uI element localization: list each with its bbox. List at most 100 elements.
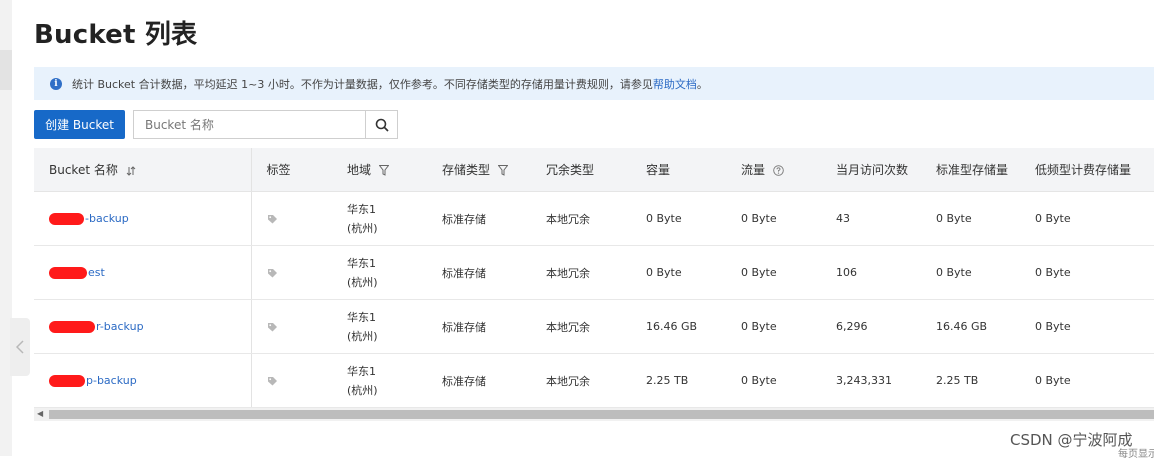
tag-icon[interactable] [267, 268, 278, 279]
capacity-cell: 16.46 GB [631, 299, 726, 354]
redaction-mark [49, 375, 85, 387]
sort-icon[interactable] [126, 165, 136, 176]
region-cell: 华东1 (杭州) [332, 245, 427, 300]
traffic-cell: 0 Byte [726, 245, 821, 300]
page-size-label: 每页显示 [1118, 449, 1154, 460]
page-title: Bucket 列表 [34, 20, 198, 50]
column-header-label: 当月访问次数 [836, 163, 909, 177]
column-header-label: 容量 [646, 163, 671, 177]
storage-class-cell: 标准存储 [427, 191, 531, 246]
standard-storage-cell: 0 Byte [921, 245, 1020, 300]
search-box [133, 110, 398, 139]
table-row: -backup 华东1 (杭州) 标准存储 本地冗余 0 Byte 0 Byte … [34, 191, 1154, 246]
region-line: 华东1 [347, 256, 376, 270]
region-line: (杭州) [347, 221, 378, 235]
info-suffix: 。 [696, 77, 708, 91]
column-header-region[interactable]: 地域 [332, 148, 427, 192]
info-banner: i 统计 Bucket 合计数据，平均延迟 1~3 小时。不作为计量数据，仅作参… [34, 67, 1154, 100]
ia-storage-cell: 0 Byte [1020, 299, 1154, 354]
column-header-label: 标准型存储量 [936, 163, 1009, 177]
region-line: 华东1 [347, 310, 376, 324]
column-header-label: 低频型计费存储量 [1035, 163, 1132, 177]
region-cell: 华东1 (杭州) [332, 191, 427, 246]
watermark: CSDN @宁波阿成 [1010, 431, 1133, 449]
redaction-mark [49, 321, 95, 333]
column-header-tags: 标签 [251, 148, 332, 192]
traffic-cell: 0 Byte [726, 299, 821, 354]
bucket-name-cell: est [34, 245, 252, 300]
create-bucket-button[interactable]: 创建 Bucket [34, 110, 125, 139]
table-row: r-backup 华东1 (杭州) 标准存储 本地冗余 16.46 GB 0 By… [34, 299, 1154, 354]
bucket-name-link[interactable]: -backup [85, 212, 129, 225]
ia-storage-cell: 0 Byte [1020, 191, 1154, 246]
scroll-left-arrow-icon[interactable]: ◀ [37, 409, 43, 418]
redaction-mark [49, 267, 87, 279]
traffic-cell: 0 Byte [726, 353, 821, 408]
filter-icon[interactable] [378, 165, 389, 176]
visits-cell: 106 [821, 245, 921, 300]
help-icon[interactable] [773, 165, 784, 176]
redundancy-cell: 本地冗余 [531, 353, 631, 408]
ia-storage-cell: 0 Byte [1020, 353, 1154, 408]
tag-icon[interactable] [267, 376, 278, 387]
table-row: est 华东1 (杭州) 标准存储 本地冗余 0 Byte 0 Byte 106 … [34, 245, 1154, 300]
visits-cell: 43 [821, 191, 921, 246]
redundancy-cell: 本地冗余 [531, 245, 631, 300]
filter-icon[interactable] [497, 165, 508, 176]
bucket-name-cell: p-backup [34, 353, 252, 408]
scrollbar-thumb[interactable] [49, 410, 1154, 419]
tag-cell [251, 299, 332, 354]
help-doc-link[interactable]: 帮助文档 [653, 76, 697, 92]
sidebar-collapse-handle[interactable] [10, 318, 30, 376]
redundancy-cell: 本地冗余 [531, 191, 631, 246]
column-header-name[interactable]: Bucket 名称 [34, 148, 252, 192]
ia-storage-cell: 0 Byte [1020, 245, 1154, 300]
bucket-name-link[interactable]: p-backup [86, 374, 137, 387]
redundancy-cell: 本地冗余 [531, 299, 631, 354]
search-button[interactable] [365, 111, 397, 138]
tag-cell [251, 245, 332, 300]
info-text: 统计 Bucket 合计数据，平均延迟 1~3 小时。不作为计量数据，仅作参考。… [72, 77, 653, 91]
bucket-name-link[interactable]: est [88, 266, 105, 279]
standard-storage-cell: 0 Byte [921, 191, 1020, 246]
bucket-name-cell: -backup [34, 191, 252, 246]
table-header-row: Bucket 名称 标签 地域 存储类型 冗余类型 容量 流量 当月访问次数 标… [34, 148, 1154, 192]
redaction-mark [49, 213, 84, 225]
tag-cell [251, 353, 332, 408]
traffic-cell: 0 Byte [726, 191, 821, 246]
table-row: p-backup 华东1 (杭州) 标准存储 本地冗余 2.25 TB 0 Byt… [34, 353, 1154, 408]
standard-storage-cell: 16.46 GB [921, 299, 1020, 354]
column-header-label: 地域 [347, 163, 372, 177]
storage-class-cell: 标准存储 [427, 299, 531, 354]
column-header-label: 流量 [741, 163, 766, 177]
column-header-ia-storage: 低频型计费存储量 [1020, 148, 1154, 192]
bucket-name-cell: r-backup [34, 299, 252, 354]
column-header-standard-storage: 标准型存储量 [921, 148, 1020, 192]
column-header-label: 冗余类型 [546, 163, 595, 177]
chevron-left-icon [16, 340, 24, 354]
region-line: (杭州) [347, 275, 378, 289]
region-cell: 华东1 (杭州) [332, 353, 427, 408]
column-header-monthly-visits: 当月访问次数 [821, 148, 921, 192]
visits-cell: 6,296 [821, 299, 921, 354]
visits-cell: 3,243,331 [821, 353, 921, 408]
capacity-cell: 0 Byte [631, 245, 726, 300]
tag-icon[interactable] [267, 322, 278, 333]
capacity-cell: 2.25 TB [631, 353, 726, 408]
region-cell: 华东1 (杭州) [332, 299, 427, 354]
horizontal-scrollbar[interactable]: ◀ [34, 408, 1154, 421]
column-header-redundancy: 冗余类型 [531, 148, 631, 192]
capacity-cell: 0 Byte [631, 191, 726, 246]
bucket-name-link[interactable]: r-backup [96, 320, 144, 333]
column-header-traffic: 流量 [726, 148, 821, 192]
region-line: 华东1 [347, 202, 376, 216]
search-icon [375, 118, 389, 132]
column-header-label: 存储类型 [442, 163, 491, 177]
column-header-capacity: 容量 [631, 148, 726, 192]
bucket-table: Bucket 名称 标签 地域 存储类型 冗余类型 容量 流量 当月访问次数 标… [34, 148, 1154, 408]
standard-storage-cell: 2.25 TB [921, 353, 1020, 408]
tag-icon[interactable] [267, 214, 278, 225]
column-header-storage-class[interactable]: 存储类型 [427, 148, 531, 192]
storage-class-cell: 标准存储 [427, 353, 531, 408]
bucket-search-input[interactable] [134, 111, 365, 138]
